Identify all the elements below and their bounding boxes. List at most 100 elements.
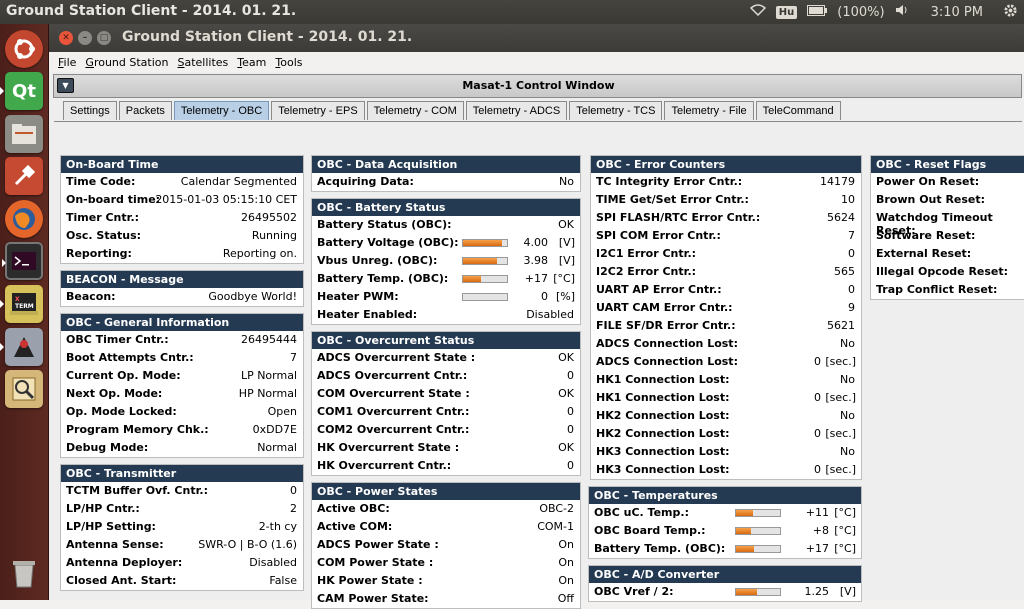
row-label: Debug Mode:	[66, 441, 149, 454]
tab-telemetry-eps[interactable]: Telemetry - EPS	[271, 101, 365, 120]
row-label: Heater PWM:	[317, 290, 399, 303]
telemetry-row: Debug Mode: Normal	[61, 439, 303, 457]
row-value: On	[558, 538, 574, 551]
tab-telemetry-tcs[interactable]: Telemetry - TCS	[569, 101, 663, 120]
row-value: 1.25	[804, 585, 830, 598]
volume-icon[interactable]	[895, 4, 909, 20]
row-label: Current Op. Mode:	[66, 369, 181, 382]
row-value: Disabled	[249, 556, 297, 569]
panel-title: On-Board Time	[61, 156, 303, 173]
row-value: OK	[558, 387, 574, 400]
row-value: 0xDD7E	[252, 423, 297, 436]
row-label: COM Power State :	[317, 556, 434, 569]
row-label: LP/HP Setting:	[66, 520, 156, 533]
tab-packets[interactable]: Packets	[118, 101, 172, 120]
menu-satellites[interactable]: Satellites	[178, 56, 229, 69]
tab-telemetry-obc[interactable]: Telemetry - OBC	[173, 101, 270, 120]
row-label: ADCS Power State :	[317, 538, 439, 551]
row-label: Time Code:	[66, 175, 136, 188]
telemetry-row: Active COM: COM-1	[312, 518, 580, 536]
panel-title: OBC - Reset Flags	[871, 156, 1024, 173]
maximize-icon[interactable]: □	[97, 31, 111, 45]
menu-ground-station[interactable]: Ground Station	[85, 56, 168, 69]
panel-power: OBC - Power States Active OBC: OBC-2 Active…	[311, 482, 581, 609]
xterm-icon[interactable]: X TERM	[0, 285, 43, 323]
telemetry-row: COM Power State : On	[312, 554, 580, 572]
row-value: Calendar Segmented	[180, 175, 297, 188]
panel-title: OBC - Transmitter	[61, 465, 303, 482]
row-label: Vbus Unreg. (OBC):	[317, 254, 438, 267]
row-label: HK2 Connection Lost:	[596, 427, 730, 440]
row-value: 0	[567, 423, 574, 436]
row-label: Heater Enabled:	[317, 308, 418, 321]
top-panel: Ground Station Client - 2014. 01. 21. Hu…	[0, 0, 1024, 24]
telemetry-row: Battery Temp. (OBC): +17 [°C]	[312, 270, 580, 288]
row-value: OK	[558, 351, 574, 364]
panel-title: OBC - Data Acquisition	[312, 156, 580, 173]
row-value: 26495502	[241, 211, 297, 224]
level-bar	[462, 239, 508, 247]
tab-settings[interactable]: Settings	[63, 101, 117, 120]
telemetry-row: Boot Attempts Cntr.: 7	[61, 349, 303, 367]
battery-icon[interactable]	[807, 4, 828, 20]
row-label: Osc. Status:	[66, 229, 142, 242]
telemetry-row: ADCS Power State : On	[312, 536, 580, 554]
telemetry-row: HK1 Connection Lost: No	[591, 371, 861, 389]
row-label: Acquiring Data:	[317, 175, 414, 188]
menu-tools[interactable]: Tools	[275, 56, 302, 69]
tab-telemetry-adcs[interactable]: Telemetry - ADCS	[465, 101, 568, 120]
row-value: 0	[290, 484, 297, 497]
row-label: COM Overcurrent State :	[317, 387, 470, 400]
tab-telecommand[interactable]: TeleCommand	[755, 101, 841, 120]
row-value: 14179	[820, 175, 855, 188]
ubuntu-logo-icon[interactable]	[5, 30, 43, 68]
row-value: No	[840, 409, 855, 422]
telemetry-row: Vbus Unreg. (OBC): 3.98 [V]	[312, 252, 580, 270]
file-manager-icon[interactable]	[5, 115, 43, 153]
telemetry-row: SPI FLASH/RTC Error Cntr.: 5624	[591, 209, 861, 227]
image-viewer-icon[interactable]	[5, 370, 43, 408]
java-app-icon[interactable]	[0, 328, 43, 366]
row-value: On	[558, 556, 574, 569]
row-unit: [°C]	[834, 506, 856, 519]
menu-team[interactable]: Team	[237, 56, 266, 69]
row-value: Goodbye World!	[208, 290, 297, 303]
row-label: HK Power State :	[317, 574, 423, 587]
firefox-icon[interactable]	[5, 200, 43, 238]
row-value: Off	[557, 592, 574, 605]
telemetry-row: OBC Board Temp.: +8 [°C]	[589, 522, 861, 540]
row-label: Active COM:	[317, 520, 393, 533]
trash-icon[interactable]	[5, 554, 43, 592]
window-title: Ground Station Client - 2014. 01. 21.	[122, 29, 413, 45]
close-icon[interactable]: ✕	[59, 31, 73, 45]
keyboard-layout-indicator[interactable]: Hu	[775, 5, 798, 19]
row-label: UART CAM Error Cntr.:	[596, 301, 733, 314]
clock[interactable]: 3:10 PM	[931, 5, 983, 20]
row-value: 4.00	[523, 236, 549, 249]
row-label: Battery Temp. (OBC):	[594, 542, 726, 555]
level-bar	[735, 527, 781, 535]
panel-title: OBC - Power States	[312, 483, 580, 500]
level-bar-fill	[736, 528, 752, 534]
gear-icon[interactable]	[1003, 3, 1018, 22]
row-unit: [sec.]	[825, 355, 856, 368]
qt-creator-icon[interactable]: Qt	[0, 72, 43, 110]
row-label: ADCS Overcurrent State :	[317, 351, 476, 364]
svg-text:TERM: TERM	[15, 303, 34, 310]
telemetry-row: LP/HP Cntr.: 2	[61, 500, 303, 518]
wifi-icon[interactable]	[749, 4, 766, 20]
telemetry-row: COM1 Overcurrent Cntr.: 0	[312, 403, 580, 421]
menu-file[interactable]: File	[58, 56, 76, 69]
minimize-icon[interactable]: –	[78, 31, 92, 45]
terminal-icon[interactable]	[2, 242, 43, 280]
row-value: 0	[848, 283, 855, 296]
telemetry-row: Program Memory Chk.: 0xDD7E	[61, 421, 303, 439]
row-value: 0	[567, 405, 574, 418]
tab-telemetry-file[interactable]: Telemetry - File	[664, 101, 754, 120]
tab-telemetry-com[interactable]: Telemetry - COM	[366, 101, 464, 120]
menu-bar: File Ground Station Satellites Team Tool…	[49, 52, 1024, 72]
system-settings-icon[interactable]	[5, 157, 43, 195]
row-label: Battery Voltage (OBC):	[317, 236, 459, 249]
telemetry-row: COM2 Overcurrent Cntr.: 0	[312, 421, 580, 439]
row-value: +11	[805, 506, 829, 519]
